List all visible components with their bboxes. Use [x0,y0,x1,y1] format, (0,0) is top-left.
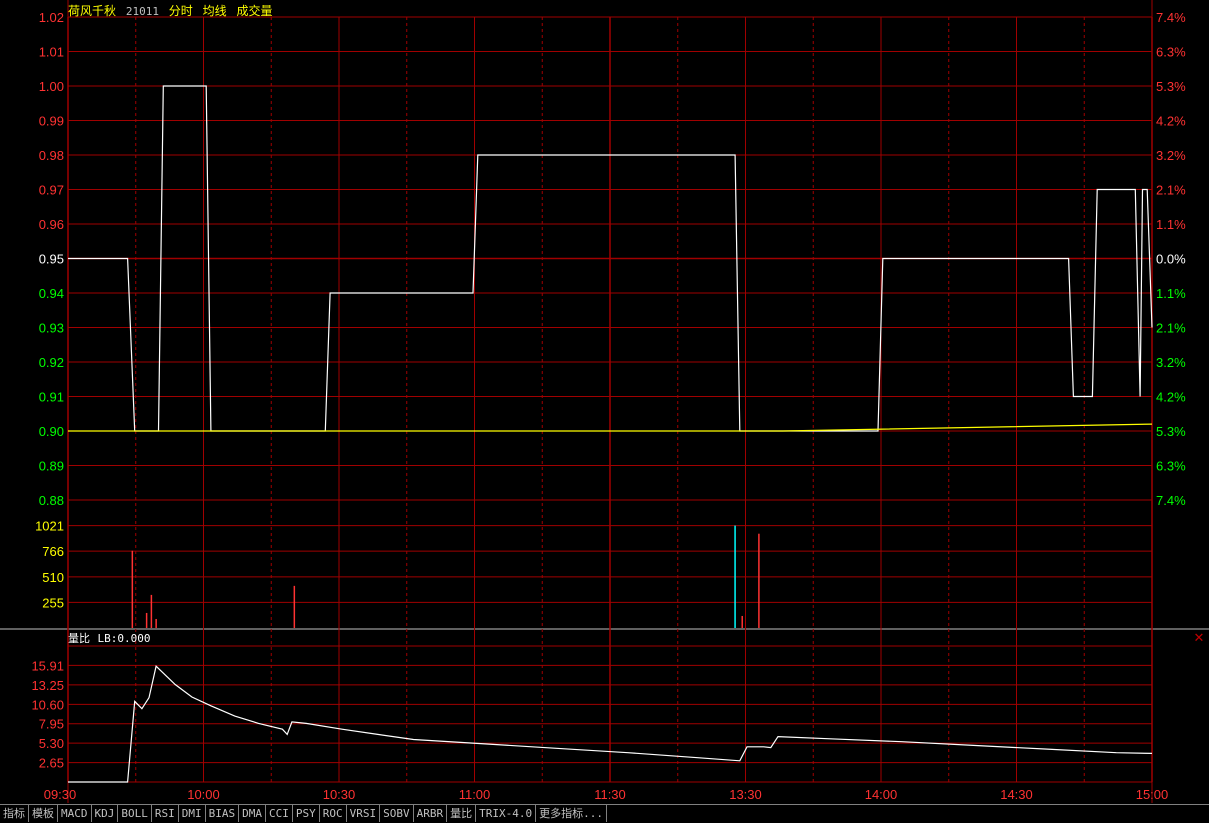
indicator-tick-label: 10.60 [31,697,64,712]
price-tick-label: 1.02 [39,10,64,25]
price-tick-label: 0.95 [39,252,64,267]
indicator-tabs: 指标 模板 MACD KDJ BOLL RSI DMI BIAS DMA CCI PSY ROC VRS… [0,804,1209,823]
percent-tick-label: 5.3% [1156,424,1186,439]
indicator-tab[interactable]: BIAS [206,805,240,822]
volume-tick-label: 510 [42,570,64,585]
indicator-tab[interactable]: SOBV [380,805,414,822]
indicator-tab[interactable]: RSI [152,805,179,822]
price-tick-label: 0.92 [39,355,64,370]
percent-tick-label: 2.1% [1156,321,1186,336]
price-tick-label: 0.98 [39,148,64,163]
time-tick-label: 10:30 [323,787,356,802]
close-indicator-icon[interactable]: ✕ [1192,632,1206,646]
indicator-tab[interactable]: 模板 [29,805,58,822]
price-tick-label: 0.90 [39,424,64,439]
indicator-tab[interactable]: 指标 [0,805,29,822]
price-tick-label: 0.99 [39,114,64,129]
indicator-tab[interactable]: VRSI [347,805,381,822]
stock-code: 21011 [125,5,159,18]
indicator-tab[interactable]: TRIX-4.0 [476,805,537,822]
percent-tick-label: 3.2% [1156,148,1186,163]
indicator-tab[interactable]: DMI [179,805,206,822]
percent-tick-label: 6.3% [1156,459,1186,474]
indicator-tab[interactable]: DMA [239,805,266,822]
percent-tick-label: 0.0% [1156,252,1186,267]
time-tick-label: 13:30 [729,787,762,802]
indicator-tick-label: 15.91 [31,658,64,673]
time-tick-label: 14:00 [865,787,898,802]
chart-mode: 分时 [168,4,193,18]
percent-tick-label: 2.1% [1156,183,1186,198]
stock-name: 荷风千秋 [68,4,117,18]
indicator-tab[interactable]: ARBR [414,805,448,822]
percent-tick-label: 1.1% [1156,286,1186,301]
price-tick-label: 1.00 [39,79,64,94]
percent-tick-label: 3.2% [1156,355,1186,370]
indicator-name: 量比 [68,632,90,645]
indicator-header: 量比 LB:0.000 [68,630,150,646]
indicator-tab[interactable]: CCI [266,805,293,822]
indicator-tab[interactable]: MACD [58,805,92,822]
volume-tick-label: 1021 [35,519,64,534]
indicator-tab[interactable]: KDJ [92,805,119,822]
price-tick-label: 0.94 [39,286,64,301]
price-tick-label: 0.93 [39,321,64,336]
percent-tick-label: 4.2% [1156,390,1186,405]
time-tick-label: 15:00 [1136,787,1169,802]
indicator-tab[interactable]: 量比 [447,805,477,822]
percent-tick-label: 5.3% [1156,79,1186,94]
indicator-value: LB:0.000 [97,632,151,645]
indicator-tab[interactable]: ROC [320,805,347,822]
time-tick-label: 11:00 [459,787,491,802]
indicator-tab[interactable]: BOLL [118,805,152,822]
time-tick-label: 10:00 [187,787,220,802]
indicator-tick-label: 13.25 [31,678,64,693]
price-tick-label: 0.91 [39,390,64,405]
time-tick-label: 09:30 [44,787,77,802]
volume-label: 成交量 [236,4,273,18]
indicator-tick-label: 5.30 [39,736,64,751]
volume-tick-label: 255 [42,595,64,610]
percent-tick-label: 7.4% [1156,493,1186,508]
indicator-tab[interactable]: PSY [293,805,320,822]
price-tick-label: 0.88 [39,493,64,508]
price-tick-label: 0.89 [39,459,64,474]
time-tick-label: 14:30 [1000,787,1033,802]
intraday-chart[interactable]: 1.02 7.4% 1.01 6.3% 1.00 5.3% 0.99 4.2% 0.98 3.2%… [0,0,1209,822]
indicator-tab[interactable]: 更多指标... [536,805,607,822]
time-tick-label: 11:30 [594,787,626,802]
avg-line-label: 均线 [202,4,227,18]
indicator-tick-label: 2.65 [39,756,64,771]
indicator-tick-label: 7.95 [39,717,64,732]
percent-tick-label: 6.3% [1156,45,1186,60]
chart-title-bar: 荷风千秋 21011 分时 均线 成交量 [68,2,279,18]
percent-tick-label: 1.1% [1156,217,1186,232]
percent-tick-label: 7.4% [1156,10,1186,25]
volume-tick-label: 766 [42,544,64,559]
price-tick-label: 0.96 [39,217,64,232]
price-tick-label: 0.97 [39,183,64,198]
price-tick-label: 1.01 [39,45,64,60]
percent-tick-label: 4.2% [1156,114,1186,129]
